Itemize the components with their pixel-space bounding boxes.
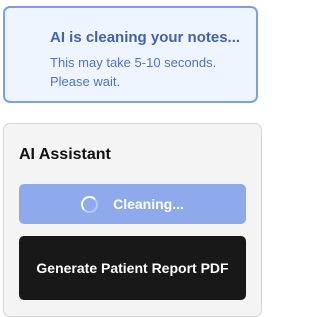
notice-title: AI is cleaning your notes...	[50, 29, 241, 46]
cleaning-button[interactable]: Cleaning...	[19, 184, 246, 224]
notice-message: This may take 5-10 seconds. Please wait.	[50, 55, 217, 89]
panel-title: AI Assistant	[19, 146, 111, 163]
spinner-icon	[81, 195, 99, 213]
generate-report-button-label: Generate Patient Report PDF	[36, 260, 229, 276]
cleaning-button-label: Cleaning...	[113, 196, 184, 212]
cleaning-status-notice: AI is cleaning your notes... This may ta…	[3, 6, 258, 103]
ai-assistant-panel: AI Assistant Cleaning... Generate Patien…	[3, 123, 262, 317]
generate-report-button[interactable]: Generate Patient Report PDF	[19, 236, 246, 300]
